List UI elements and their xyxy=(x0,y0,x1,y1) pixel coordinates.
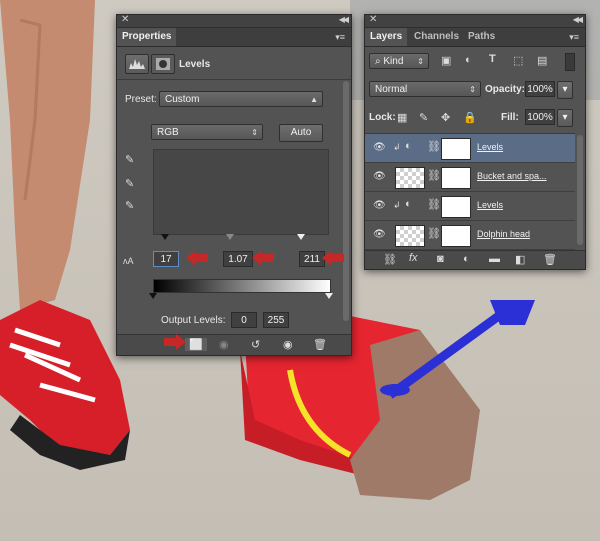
adjustment-layer-icon: ◐ xyxy=(405,198,412,210)
layer-thumbnail[interactable] xyxy=(395,167,425,189)
lock-label: Lock: xyxy=(369,112,396,123)
red-arrow-clip-button xyxy=(164,334,186,350)
layer-name[interactable]: Levels xyxy=(477,142,503,152)
layers-scrollbar[interactable] xyxy=(577,135,583,245)
filter-kind-value: Kind xyxy=(383,56,404,67)
opacity-dropdown-arrow[interactable]: ▾ xyxy=(557,81,573,99)
panel-title-strip: ✕ ◀◀ xyxy=(365,14,585,28)
layers-bottom-bar: ⛓ fx ◙ ◐ ▬ ◧ 🗑 xyxy=(365,250,585,269)
layer-row[interactable]: 👁 ⛓ Dolphin head xyxy=(365,221,575,250)
new-group-icon[interactable]: ▬ xyxy=(489,253,500,265)
filter-kind-dropdown[interactable]: ⌕ Kind ⇕ xyxy=(369,53,429,69)
layer-row[interactable]: 👁 ↲ ◐ ⛓ Levels xyxy=(365,134,575,163)
red-arrow-black-input xyxy=(186,250,208,266)
clip-arrow-icon: ↲ xyxy=(393,200,401,210)
link-chain-icon: ⛓ xyxy=(427,228,441,240)
layer-thumbnail[interactable] xyxy=(395,225,425,247)
link-chain-icon: ⛓ xyxy=(427,199,441,211)
layer-list: 👁 ↲ ◐ ⛓ Levels 👁 ⛓ Bucket and spa... 👁 ↲… xyxy=(365,133,575,250)
visibility-eye-icon[interactable]: 👁 xyxy=(373,171,387,182)
filter-pixel-icon[interactable]: ▣ xyxy=(441,54,451,67)
layers-tabbar: Layers Channels Paths ▾≡ xyxy=(365,28,585,47)
layer-mask-thumbnail[interactable] xyxy=(441,196,471,218)
chevron-updown-icon: ⇕ xyxy=(469,85,476,94)
filter-smart-object-icon[interactable]: ▤ xyxy=(537,54,547,67)
new-layer-icon[interactable]: ◧ xyxy=(515,253,525,266)
layer-mask-thumbnail[interactable] xyxy=(441,167,471,189)
clip-arrow-icon: ↲ xyxy=(393,142,401,152)
layer-row[interactable]: 👁 ⛓ Bucket and spa... xyxy=(365,163,575,192)
collapse-icon[interactable]: ◀◀ xyxy=(573,15,583,24)
layers-panel: ✕ ◀◀ Layers Channels Paths ▾≡ ⌕ Kind ⇕ ▣… xyxy=(364,14,586,270)
link-chain-icon: ⛓ xyxy=(427,170,441,182)
blend-mode-value: Normal xyxy=(375,84,408,95)
filter-adjustment-icon[interactable]: ◐ xyxy=(465,54,472,66)
adjustment-layer-icon: ◐ xyxy=(405,140,412,152)
fill-field[interactable]: 100% xyxy=(525,109,555,125)
link-chain-icon: ⛓ xyxy=(427,141,441,153)
fx-icon[interactable]: fx xyxy=(409,252,418,264)
filter-shape-icon[interactable]: ⬚ xyxy=(513,54,523,67)
layer-mask-thumbnail[interactable] xyxy=(441,225,471,247)
lock-position-icon[interactable]: ✥ xyxy=(441,111,450,124)
layer-name[interactable]: Bucket and spa... xyxy=(477,171,547,181)
lock-all-icon[interactable]: 🔒 xyxy=(463,111,477,124)
link-layers-icon[interactable]: ⛓ xyxy=(383,253,397,266)
fill-label: Fill: xyxy=(501,112,519,123)
visibility-eye-icon[interactable]: 👁 xyxy=(373,200,387,211)
lock-transparent-icon[interactable]: ▦ xyxy=(397,111,407,124)
tab-layers[interactable]: Layers xyxy=(365,28,408,46)
opacity-field[interactable]: 100% xyxy=(525,81,555,97)
layer-mask-thumbnail[interactable] xyxy=(441,138,471,160)
visibility-eye-icon[interactable]: 👁 xyxy=(373,142,387,153)
red-arrow-gamma-input xyxy=(252,250,274,266)
layer-name[interactable]: Dolphin head xyxy=(477,229,530,239)
visibility-eye-icon[interactable]: 👁 xyxy=(373,229,387,240)
red-arrow-white-input xyxy=(322,250,344,266)
chevron-updown-icon: ⇕ xyxy=(417,57,424,66)
fill-dropdown-arrow[interactable]: ▾ xyxy=(557,109,573,127)
lock-brush-icon[interactable]: ✎ xyxy=(419,111,428,124)
tab-paths[interactable]: Paths xyxy=(463,28,500,46)
blend-mode-dropdown[interactable]: Normal ⇕ xyxy=(369,81,481,97)
tab-channels[interactable]: Channels xyxy=(409,28,464,46)
panel-menu-icon[interactable]: ▾≡ xyxy=(569,32,579,43)
layer-name[interactable]: Levels xyxy=(477,200,503,210)
new-adjustment-icon[interactable]: ◐ xyxy=(463,253,470,265)
filter-type-icon[interactable]: T xyxy=(489,53,496,65)
trash-icon[interactable]: 🗑 xyxy=(543,253,557,266)
close-icon[interactable]: ✕ xyxy=(369,14,377,25)
opacity-label: Opacity: xyxy=(485,84,526,95)
add-mask-icon[interactable]: ◙ xyxy=(437,253,444,265)
layer-row[interactable]: 👁 ↲ ◐ ⛓ Levels xyxy=(365,192,575,221)
filter-toggle[interactable] xyxy=(565,53,575,71)
